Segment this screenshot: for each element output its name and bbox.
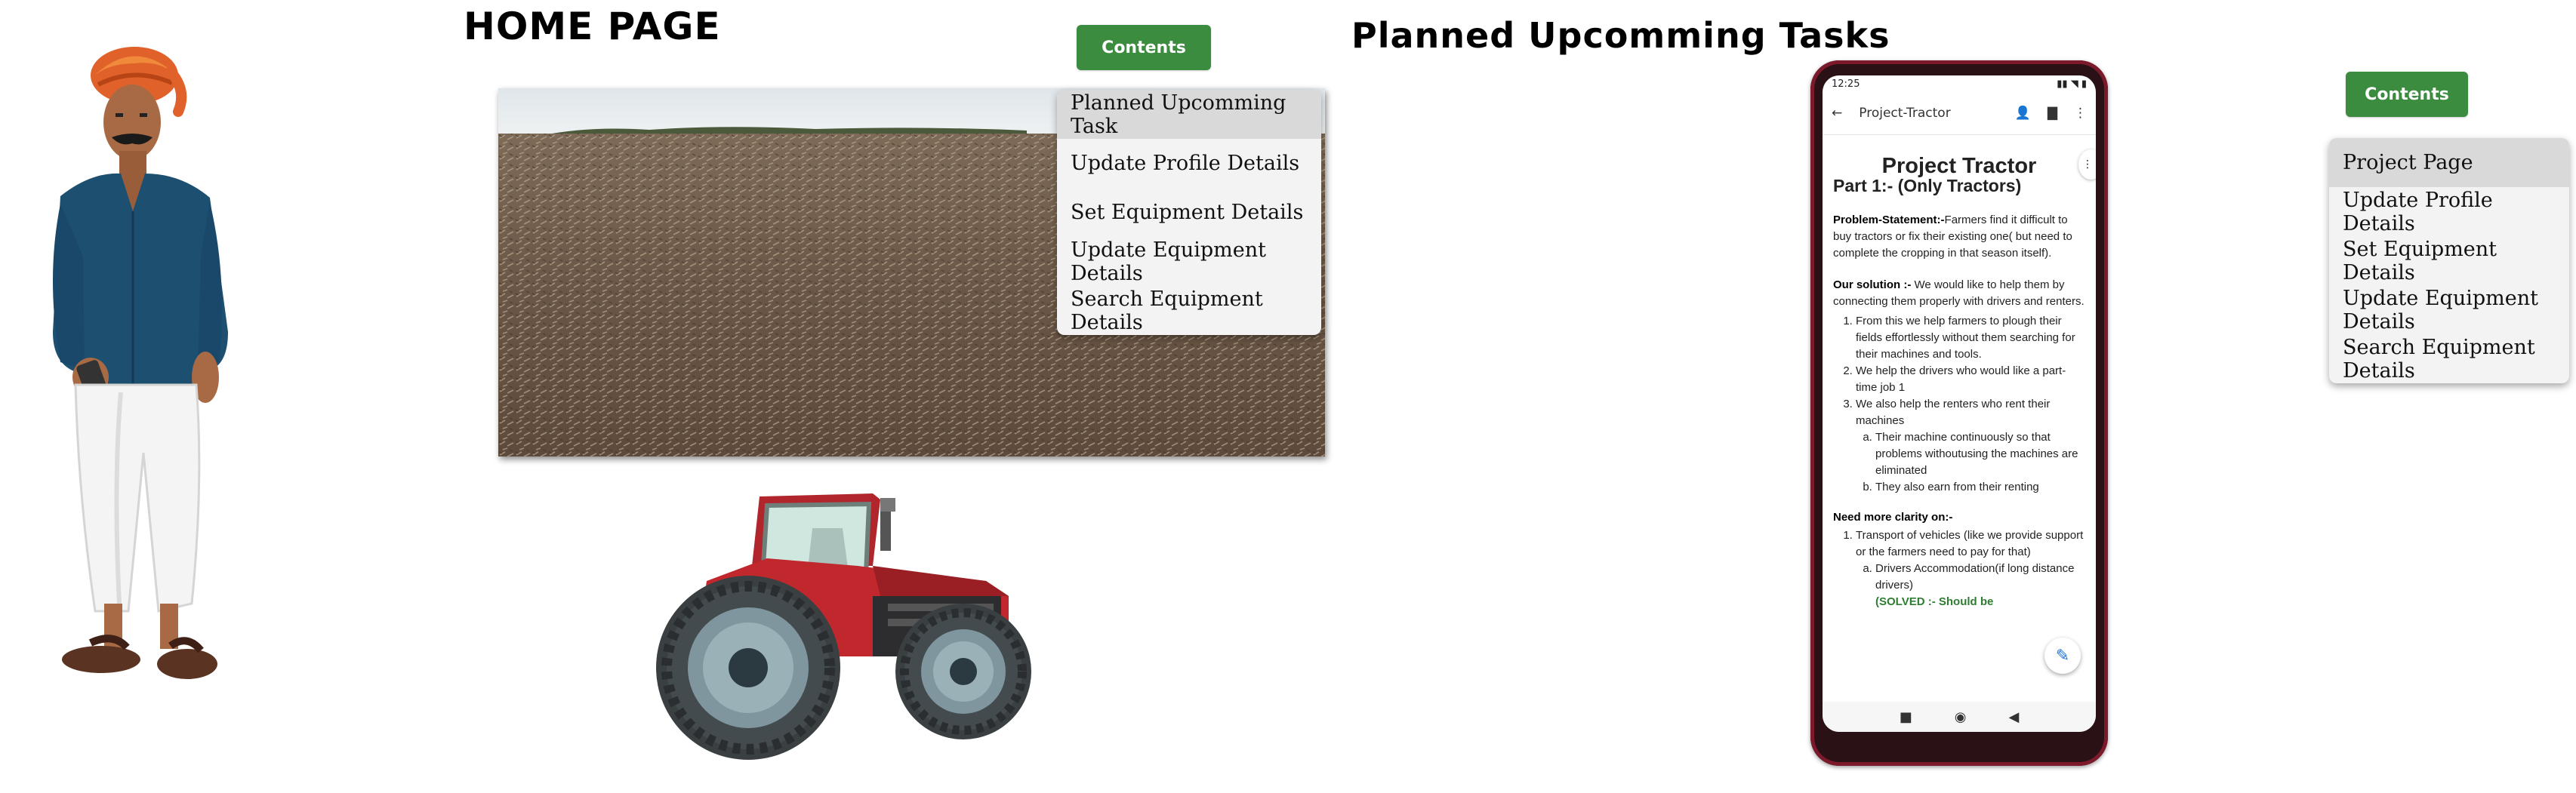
- clarity-heading: Need more clarity on:-: [1833, 509, 2085, 526]
- phone-mockup: 12:25 ▮▮ ◥ ▮ ← Project-Tractor 👤 ▇ ⋮ Pro…: [1810, 60, 2108, 766]
- doc-title: Project Tractor: [1881, 154, 2037, 178]
- back-arrow-icon[interactable]: ←: [1832, 106, 1842, 121]
- solution-point: From this we help farmers to plough thei…: [1856, 313, 2085, 363]
- home-nav-icon[interactable]: ◉: [1955, 709, 1967, 725]
- menu-item-update-equipment-details[interactable]: Update Equipment Details: [2329, 285, 2569, 334]
- clarity-list: Transport of vehicles (like we provide s…: [1833, 527, 2085, 610]
- edit-pencil-icon[interactable]: ✎: [2044, 638, 2081, 674]
- clarity-label: Need more clarity on:-: [1833, 511, 1953, 524]
- document-body: Project Tractor Part 1:- (Only Tractors)…: [1823, 135, 2096, 610]
- doc-subtitle: Part 1:- (Only Tractors): [1833, 176, 2022, 195]
- clarity-point: Transport of vehicles (like we provide s…: [1856, 527, 2085, 610]
- renter-sublist: Their machine continuously so that probl…: [1856, 429, 2085, 496]
- menu-item-set-equipment-details[interactable]: Set Equipment Details: [2329, 236, 2569, 285]
- renter-subpoint: Their machine continuously so that probl…: [1875, 429, 2085, 479]
- menu-item-update-profile-details[interactable]: Update Profile Details: [1057, 139, 1321, 188]
- menu-item-search-equipment-details[interactable]: Search Equipment Details: [1057, 286, 1321, 335]
- add-person-icon[interactable]: 👤: [2015, 106, 2031, 121]
- solution-point: We help the drivers who would like a par…: [1856, 363, 2085, 396]
- solved-note: (SOLVED :- Should be: [1875, 595, 1994, 608]
- menu-item-update-profile-details[interactable]: Update Profile Details: [2329, 187, 2569, 236]
- clarity-sublist: Drivers Accommodation(if long distance d…: [1856, 561, 2085, 594]
- home-contents-button[interactable]: Contents: [1077, 25, 1211, 70]
- solution-paragraph: Our solution :- We would like to help th…: [1833, 277, 2085, 310]
- menu-item-planned-upcomming-task[interactable]: Planned Upcomming Task: [1057, 90, 1321, 139]
- tasks-page-title: Planned Upcomming Tasks: [1351, 15, 1890, 56]
- renter-subpoint: They also earn from their renting: [1875, 479, 2085, 496]
- status-icons: ▮▮ ◥ ▮: [2057, 78, 2087, 90]
- recent-apps-icon[interactable]: ■: [1900, 709, 1912, 725]
- home-contents-dropdown: Planned Upcomming Task Update Profile De…: [1057, 90, 1321, 335]
- problem-statement: Problem-Statement:-Farmers find it diffi…: [1833, 212, 2085, 262]
- clarity-point-text: Transport of vehicles (like we provide s…: [1856, 529, 2084, 558]
- menu-item-search-equipment-details[interactable]: Search Equipment Details: [2329, 334, 2569, 383]
- android-nav-bar: ■ ◉ ◀: [1823, 702, 2096, 732]
- comment-icon[interactable]: ▇: [2048, 106, 2057, 121]
- more-options-icon[interactable]: ⋮: [2074, 106, 2087, 121]
- menu-item-project-page[interactable]: Project Page: [2329, 138, 2569, 187]
- solution-point: We also help the renters who rent their …: [1856, 396, 2085, 496]
- problem-label: Problem-Statement:-: [1833, 214, 1945, 226]
- menu-item-set-equipment-details[interactable]: Set Equipment Details: [1057, 188, 1321, 237]
- tractor-illustration: [654, 483, 1039, 762]
- tasks-contents-button[interactable]: Contents: [2346, 72, 2468, 117]
- solution-list: From this we help farmers to plough thei…: [1833, 313, 2085, 496]
- solution-label: Our solution :-: [1833, 278, 1912, 291]
- clarity-subpoint: Drivers Accommodation(if long distance d…: [1875, 561, 2085, 594]
- farmer-illustration: [30, 30, 257, 694]
- status-time: 12:25: [1832, 78, 1860, 90]
- menu-item-update-equipment-details[interactable]: Update Equipment Details: [1057, 237, 1321, 286]
- phone-screen: 12:25 ▮▮ ◥ ▮ ← Project-Tractor 👤 ▇ ⋮ Pro…: [1823, 75, 2096, 732]
- phone-status-bar: 12:25 ▮▮ ◥ ▮: [1823, 75, 2096, 92]
- home-page-title: HOME PAGE: [464, 5, 721, 48]
- solution-point-text: We also help the renters who rent their …: [1856, 398, 2051, 427]
- back-nav-icon[interactable]: ◀: [2008, 709, 2019, 725]
- tasks-contents-dropdown: Project Page Update Profile Details Set …: [2329, 138, 2569, 383]
- doc-app-title: Project-Tractor: [1859, 106, 1951, 121]
- doc-app-bar: ← Project-Tractor 👤 ▇ ⋮: [1823, 92, 2096, 135]
